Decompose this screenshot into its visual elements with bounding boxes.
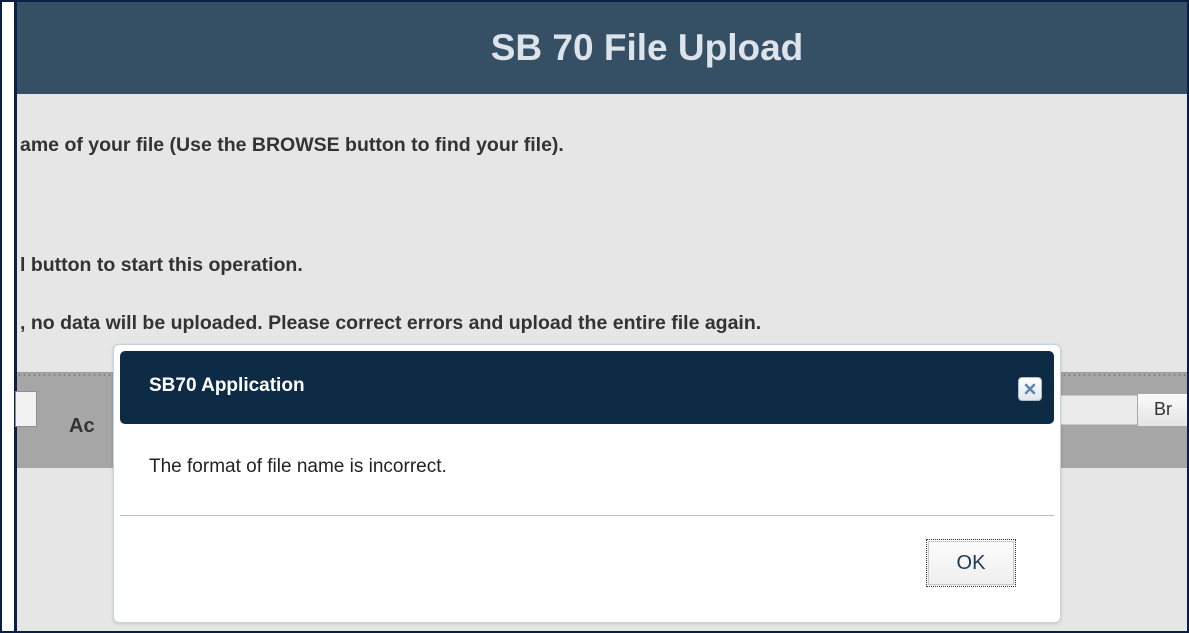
file-path-field[interactable] [1057, 395, 1139, 425]
ok-button[interactable]: OK [926, 539, 1016, 587]
file-input[interactable] [15, 391, 37, 427]
action-label: Ac [69, 415, 95, 437]
page-header: SB 70 File Upload [17, 2, 1187, 94]
instruction-errors: , no data will be uploaded. Please corre… [20, 312, 762, 334]
instruction-browse: ame of your file (Use the BROWSE button … [20, 134, 564, 156]
instruction-upload: l button to start this operation. [20, 254, 303, 276]
dialog-message: The format of file name is incorrect. [149, 456, 447, 477]
close-icon[interactable] [1018, 377, 1042, 401]
browse-button[interactable]: Br [1137, 393, 1187, 427]
error-dialog: SB70 Application The format of file name… [113, 344, 1061, 623]
window-edge [2, 2, 14, 631]
app-window: SB 70 File Upload ame of your file (Use … [0, 0, 1189, 633]
page-title: SB 70 File Upload [490, 27, 804, 68]
dialog-titlebar: SB70 Application [120, 351, 1054, 424]
dialog-title: SB70 Application [149, 375, 305, 396]
dialog-divider [120, 515, 1054, 516]
